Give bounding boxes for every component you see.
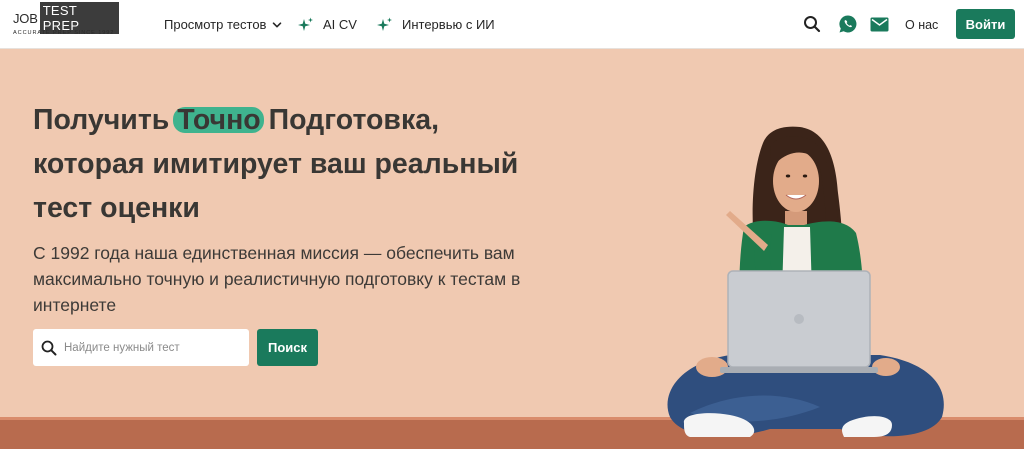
search-button[interactable]: Поиск xyxy=(257,329,318,366)
logo-tagline: ACCURATE PREP SINCE 1992 xyxy=(13,30,115,36)
sparkle-icon xyxy=(377,17,393,33)
logo-word-job: JOB xyxy=(13,10,38,26)
hero-headline: Получить Точно Подготовка, которая имити… xyxy=(33,98,553,230)
search-icon[interactable] xyxy=(802,14,822,34)
search-icon xyxy=(41,340,57,356)
nav-browse-label: Просмотр тестов xyxy=(164,17,267,32)
nav-ai-interview-label: Интервью с ИИ xyxy=(402,17,495,32)
hero-woman-with-laptop-image xyxy=(667,126,944,437)
headline-highlight-text: Точно xyxy=(177,104,261,136)
hero-section: Получить Точно Подготовка, которая имити… xyxy=(0,49,1024,449)
mail-icon[interactable] xyxy=(869,14,889,34)
nav-ai-cv-label: AI CV xyxy=(323,17,357,32)
nav-ai-cv[interactable]: AI CV xyxy=(298,0,357,49)
login-button[interactable]: Войти xyxy=(956,9,1015,39)
nav-ai-interview[interactable]: Интервью с ИИ xyxy=(377,0,495,49)
chevron-down-icon xyxy=(272,20,282,30)
jobtestprep-logo[interactable]: JOB TEST PREP ACCURATE PREP SINCE 1992 xyxy=(13,2,119,39)
test-search-input[interactable] xyxy=(64,341,234,354)
sparkle-icon xyxy=(298,17,314,33)
hero-subtext: С 1992 года наша единственная миссия — о… xyxy=(33,243,521,315)
nav-about-us[interactable]: О нас xyxy=(905,0,938,49)
top-navigation-bar: JOB TEST PREP ACCURATE PREP SINCE 1992 П… xyxy=(0,0,1024,49)
nav-about-label: О нас xyxy=(905,17,939,32)
headline-highlight: Точно xyxy=(173,98,264,142)
whatsapp-icon[interactable] xyxy=(838,14,858,34)
test-search-box[interactable] xyxy=(33,329,249,366)
nav-browse-tests[interactable]: Просмотр тестов xyxy=(164,0,282,49)
headline-part1: Получить xyxy=(33,104,178,136)
